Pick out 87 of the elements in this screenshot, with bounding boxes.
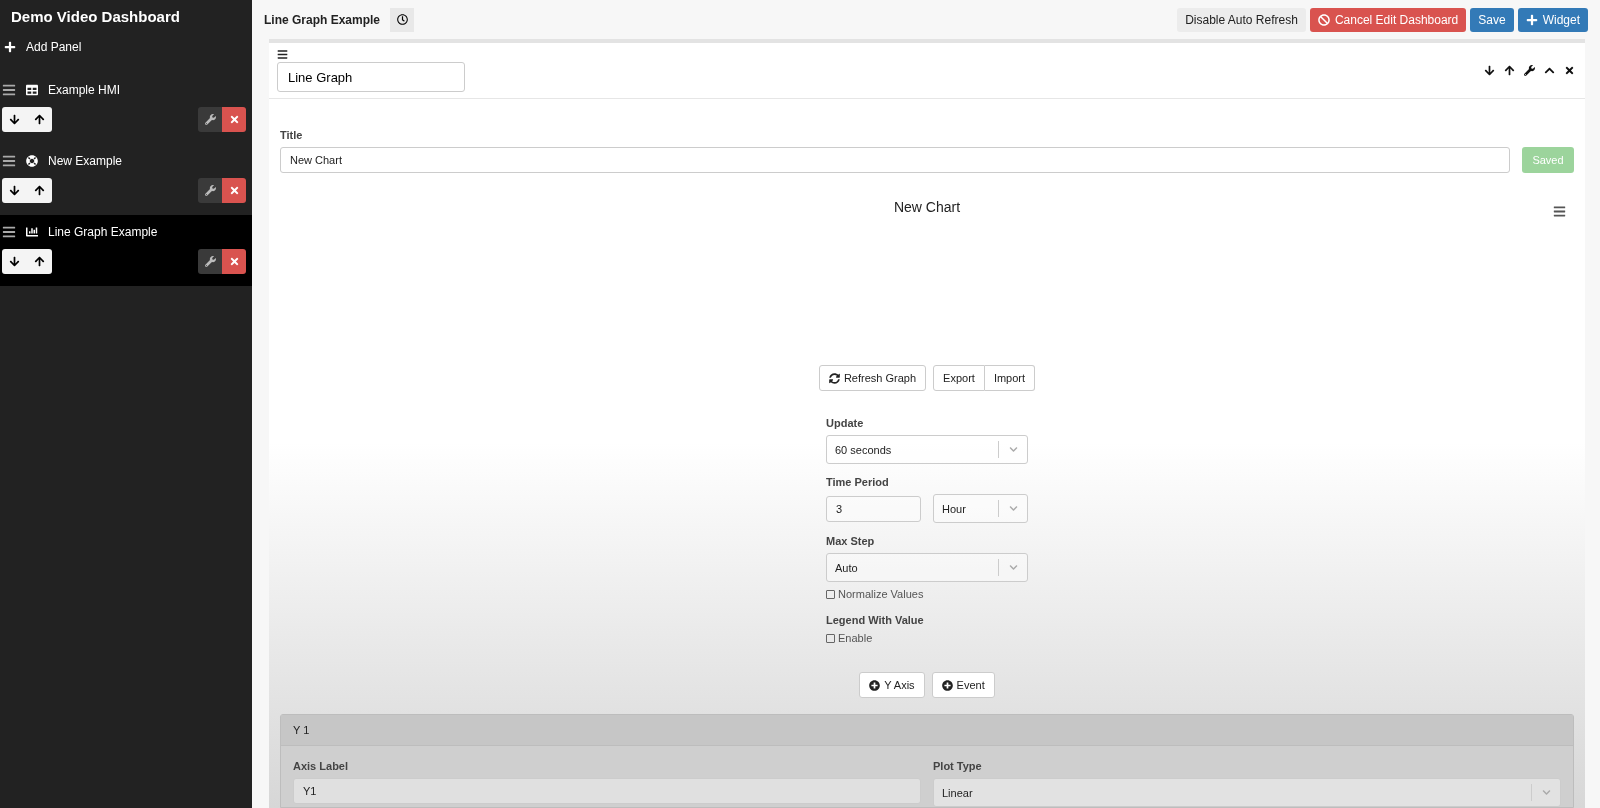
- caret-icon: [1008, 445, 1018, 454]
- close-icon: [228, 114, 240, 125]
- move-down-button[interactable]: [2, 178, 27, 203]
- move-up-button[interactable]: [27, 178, 52, 203]
- toolbar-button[interactable]: Widget: [1517, 7, 1588, 32]
- toolbar-button[interactable]: Cancel Edit Dashboard: [1309, 7, 1467, 32]
- close-icon: [228, 185, 240, 196]
- wrench-icon: [204, 256, 216, 267]
- arrow-down-icon: [9, 256, 20, 267]
- move-down-icon[interactable]: [1484, 65, 1495, 76]
- move-up-button[interactable]: [27, 249, 52, 274]
- plus-icon: [1525, 13, 1538, 26]
- edit-button[interactable]: [198, 249, 222, 274]
- field-label: Update: [826, 417, 865, 429]
- drag-handle-icon[interactable]: [2, 154, 16, 168]
- caret-icon: [1008, 504, 1018, 513]
- checkbox[interactable]: [826, 589, 835, 599]
- arrow-down-icon: [9, 114, 20, 125]
- plus-icon: [941, 679, 953, 691]
- refresh-graph-button[interactable]: Refresh Graph: [818, 365, 927, 391]
- unit-select[interactable]: Hour: [933, 494, 1028, 523]
- delete-button[interactable]: [222, 178, 246, 203]
- axis-label-field[interactable]: Y1: [293, 778, 921, 804]
- move-down-button[interactable]: [2, 249, 27, 274]
- dashboard-title: Demo Video Dashboard: [10, 7, 181, 27]
- move-down-button[interactable]: [2, 107, 27, 132]
- max-step-select[interactable]: Auto: [826, 553, 1028, 582]
- field-label: Legend With Value: [826, 614, 925, 626]
- drag-handle-icon[interactable]: [2, 225, 16, 239]
- field-label: Max Step: [826, 535, 876, 547]
- collapse-icon[interactable]: [1544, 65, 1555, 76]
- panel-type-icon: [26, 226, 38, 238]
- edit-button[interactable]: [198, 178, 222, 203]
- delete-button[interactable]: [222, 249, 246, 274]
- panel-item[interactable]: Example HMI: [0, 73, 252, 144]
- panel-item[interactable]: Line Graph Example: [0, 215, 252, 286]
- arrow-up-icon: [34, 114, 45, 125]
- panel-name: New Example: [48, 154, 123, 168]
- chart-title: New Chart: [893, 199, 961, 217]
- enable-checkbox[interactable]: Enable: [826, 632, 1028, 644]
- clock-icon: [396, 14, 408, 25]
- plus-icon: [4, 41, 16, 53]
- caret-icon: [1541, 788, 1551, 797]
- panel-title: Line Graph Example: [264, 12, 381, 27]
- arrow-up-icon: [34, 185, 45, 196]
- field-label: Time Period: [826, 476, 890, 488]
- wrench-icon: [204, 185, 216, 196]
- refresh-icon: [828, 372, 840, 384]
- normalize-checkbox[interactable]: Normalize Values: [826, 588, 1028, 600]
- arrow-down-icon: [9, 185, 20, 196]
- menu-icon[interactable]: [1553, 205, 1566, 218]
- widget-name-field[interactable]: Line Graph: [277, 62, 465, 92]
- import-button[interactable]: Import: [984, 365, 1036, 391]
- update-select[interactable]: 60 seconds: [826, 435, 1028, 464]
- toolbar-button[interactable]: Save: [1470, 7, 1514, 32]
- clock-button[interactable]: [390, 7, 415, 32]
- drag-handle-icon[interactable]: [2, 83, 16, 97]
- panel-name: Line Graph Example: [48, 225, 158, 239]
- add-button[interactable]: Event: [931, 672, 995, 698]
- export-button[interactable]: Export: [933, 365, 985, 391]
- panel-type-icon: [26, 155, 38, 167]
- panel-type-icon: [26, 84, 38, 96]
- arrow-up-icon: [34, 256, 45, 267]
- panel-name: Example HMI: [48, 83, 121, 97]
- field-label: Title: [280, 129, 304, 141]
- add-panel-link[interactable]: Add Panel: [0, 33, 252, 61]
- title-field[interactable]: New Chart: [280, 147, 1510, 173]
- add-button[interactable]: Y Axis: [859, 672, 925, 698]
- toolbar-button[interactable]: Disable Auto Refresh: [1177, 7, 1306, 32]
- plot-type-select[interactable]: Linear: [933, 778, 1561, 807]
- move-up-icon[interactable]: [1504, 65, 1515, 76]
- delete-button[interactable]: [222, 107, 246, 132]
- close-icon: [228, 256, 240, 267]
- edit-button[interactable]: [198, 107, 222, 132]
- panel-item[interactable]: New Example: [0, 144, 252, 215]
- field-label: Plot Type: [933, 760, 983, 772]
- close-icon[interactable]: [1564, 65, 1575, 76]
- ban-icon: [1317, 13, 1330, 26]
- time-period-field[interactable]: 3: [826, 495, 921, 522]
- plus-icon: [869, 679, 881, 691]
- wrench-icon: [204, 114, 216, 125]
- checkbox[interactable]: [826, 633, 835, 643]
- field-label: Axis Label: [293, 760, 350, 772]
- axis-panel-title: Y 1: [281, 715, 1573, 746]
- move-up-button[interactable]: [27, 107, 52, 132]
- caret-icon: [1008, 563, 1018, 572]
- wrench-icon[interactable]: [1524, 65, 1535, 76]
